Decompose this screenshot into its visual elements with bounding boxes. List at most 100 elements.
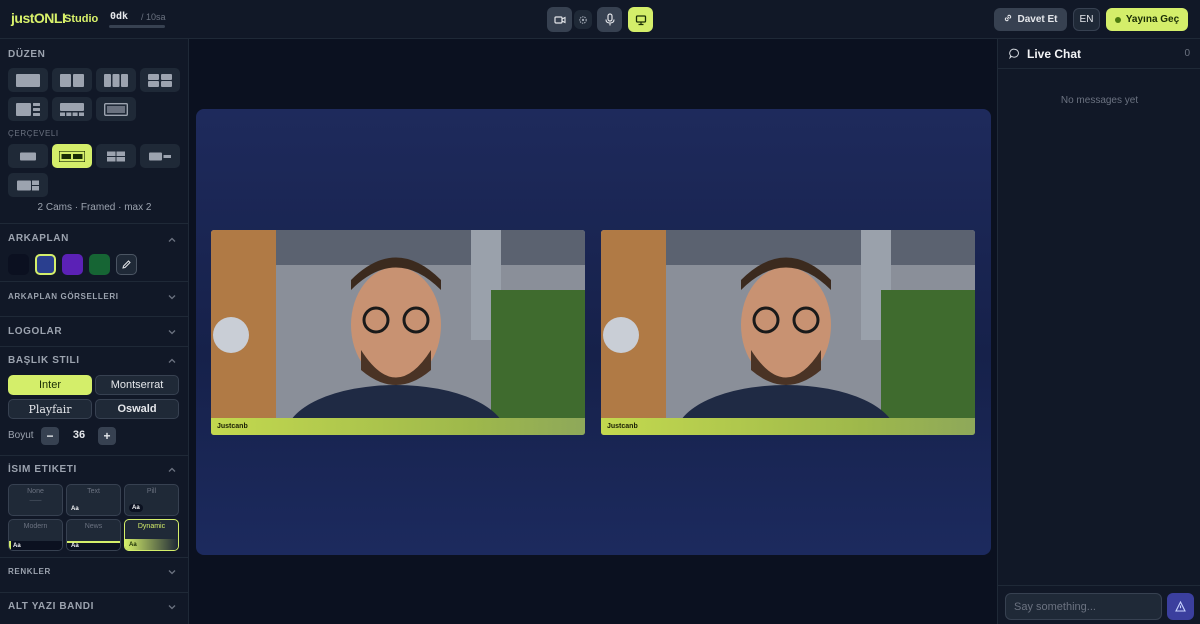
timer-max: / 10sa xyxy=(141,12,166,22)
go-live-button[interactable]: Yayına Geç xyxy=(1106,8,1188,31)
framed-single-icon xyxy=(20,152,36,160)
microphone-icon xyxy=(604,13,616,26)
layout-caption: 2 Cams · Framed · max 2 xyxy=(37,202,152,213)
camera-name-label: Justcanb xyxy=(217,423,248,430)
name-tag-option-modern[interactable]: Modern Aa xyxy=(8,519,63,551)
layout-three-column-icon xyxy=(104,73,128,87)
name-tag-sample: —— xyxy=(29,498,42,504)
chevron-down-icon[interactable] xyxy=(167,567,177,577)
invite-button[interactable]: Davet Et xyxy=(994,8,1067,31)
section-divider xyxy=(0,592,188,593)
name-tag-sample: Aa xyxy=(71,506,79,512)
layout-grid-icon xyxy=(148,73,172,87)
framed-side-icon xyxy=(149,152,171,160)
name-tag-sample: Aa xyxy=(129,542,137,548)
name-tag-option-dynamic[interactable]: Dynamic Aa xyxy=(124,519,179,551)
chevron-down-icon[interactable] xyxy=(167,602,177,612)
framed-grid-icon xyxy=(107,151,125,161)
layout-filmstrip-icon xyxy=(60,102,84,116)
name-tag-option-label: Text xyxy=(87,488,100,495)
layout-filmstrip-button[interactable] xyxy=(52,97,92,121)
framed-side-button[interactable] xyxy=(140,144,180,168)
background-swatch-selected[interactable] xyxy=(35,254,56,275)
name-tag-sample: Aa xyxy=(129,504,143,512)
font-option-oswald[interactable]: Oswald xyxy=(95,399,179,419)
layout-two-column-button[interactable] xyxy=(52,68,92,92)
language-button[interactable]: EN xyxy=(1073,8,1100,31)
name-tag-option-label: News xyxy=(84,523,103,530)
camera-feed-1[interactable]: Justcanb xyxy=(211,230,585,435)
framed-single-button[interactable] xyxy=(8,144,48,168)
layout-single-button[interactable] xyxy=(8,68,48,92)
chat-header-divider xyxy=(998,68,1200,69)
font-option-inter[interactable]: Inter xyxy=(8,375,92,395)
size-label: Boyut xyxy=(8,430,34,441)
name-tag-option-label: Modern xyxy=(23,523,48,530)
go-live-label: Yayına Geç xyxy=(1125,14,1180,25)
chevron-down-icon[interactable] xyxy=(167,292,177,302)
title-style-section-title: BAŞLIK STILI xyxy=(8,355,80,366)
section-divider xyxy=(0,455,188,456)
logos-section-title[interactable]: LOGOLAR xyxy=(8,326,62,337)
app-logo: justONLI xyxy=(11,10,66,26)
layout-sidebar-button[interactable] xyxy=(8,97,48,121)
name-tag-option-text[interactable]: Text Aa xyxy=(66,484,121,516)
camera-video-frame xyxy=(601,230,975,435)
font-option-playfair[interactable]: Playfair xyxy=(8,399,92,419)
chat-footer-divider xyxy=(998,585,1200,586)
layout-sidebar-icon xyxy=(16,102,40,116)
section-divider xyxy=(0,557,188,558)
framed-two-cams-icon xyxy=(59,150,85,162)
name-tag-option-news[interactable]: News Aa xyxy=(66,519,121,551)
camera-toggle-button[interactable] xyxy=(547,7,572,32)
timer-current: 0dk xyxy=(110,11,129,22)
microphone-toggle-button[interactable] xyxy=(597,7,622,32)
chat-empty-state: No messages yet xyxy=(1060,95,1139,106)
live-chat-panel: Live Chat 0 No messages yet xyxy=(997,39,1200,624)
background-images-title[interactable]: ARKAPLAN GÖRSELLERI xyxy=(8,292,119,301)
framed-grid-button[interactable] xyxy=(96,144,136,168)
chevron-up-icon[interactable] xyxy=(167,465,177,475)
camera-video-frame xyxy=(211,230,585,435)
size-increase-button[interactable]: + xyxy=(98,427,116,445)
camera-feed-2[interactable]: Justcanb xyxy=(601,230,975,435)
layout-section-title: DÜZEN xyxy=(8,49,46,60)
name-tag-option-label: Pill xyxy=(146,488,157,495)
subtitle-band-section-title[interactable]: ALT YAZI BANDI xyxy=(8,601,94,612)
background-swatch[interactable] xyxy=(62,254,83,275)
custom-color-button[interactable] xyxy=(116,254,137,275)
background-swatch[interactable] xyxy=(8,254,29,275)
section-divider xyxy=(0,316,188,317)
layout-grid-button[interactable] xyxy=(140,68,180,92)
framed-stack-button[interactable] xyxy=(8,173,48,197)
framed-stack-icon xyxy=(17,180,39,190)
background-swatch[interactable] xyxy=(89,254,110,275)
chat-message-input[interactable] xyxy=(1005,593,1162,620)
layout-screen-button[interactable] xyxy=(96,97,136,121)
size-decrease-button[interactable]: − xyxy=(41,427,59,445)
background-section-title: ARKAPLAN xyxy=(8,233,69,244)
chevron-down-icon[interactable] xyxy=(167,327,177,337)
invite-label: Davet Et xyxy=(1017,14,1058,25)
chevron-up-icon[interactable] xyxy=(167,235,177,245)
left-sidebar: DÜZEN ÇERÇEVELI 2 Cams · Framed · max 2 xyxy=(0,39,189,624)
name-tag-section-title: İSIM ETIKETI xyxy=(8,464,77,475)
camera-settings-button[interactable] xyxy=(574,10,592,29)
chevron-up-icon[interactable] xyxy=(167,356,177,366)
screen-share-button[interactable] xyxy=(628,7,653,32)
layout-three-column-button[interactable] xyxy=(96,68,136,92)
name-tag-option-none[interactable]: None —— xyxy=(8,484,63,516)
name-tag-bar xyxy=(211,418,585,435)
top-bar: justONLI Studio 0dk / 10sa Davet Et EN Y… xyxy=(0,0,1200,39)
chat-bubble-icon xyxy=(1009,48,1019,59)
colors-section-title[interactable]: RENKLER xyxy=(8,567,51,576)
layout-single-icon xyxy=(16,73,40,87)
camera-name-label: Justcanb xyxy=(607,423,638,430)
monitor-icon xyxy=(635,14,647,26)
section-divider xyxy=(0,281,188,282)
framed-two-cams-button[interactable] xyxy=(52,144,92,168)
font-option-montserrat[interactable]: Montserrat xyxy=(95,375,179,395)
chat-send-button[interactable] xyxy=(1167,593,1194,620)
name-tag-option-pill[interactable]: Pill Aa xyxy=(124,484,179,516)
pencil-icon xyxy=(122,260,131,269)
